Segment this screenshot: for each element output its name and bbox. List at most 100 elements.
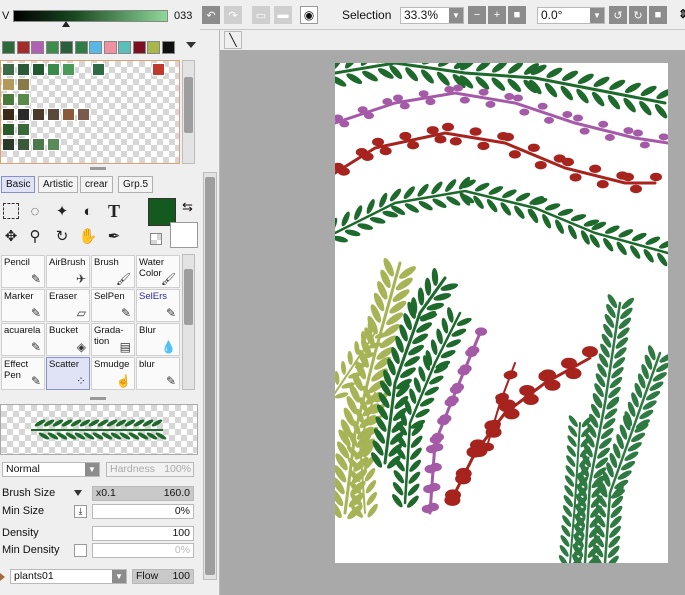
color-swatch[interactable] (17, 138, 30, 151)
brush-smudge[interactable]: Smudge ☝ (91, 357, 135, 390)
brush-blur[interactable]: blur ✎ (136, 357, 180, 390)
palette-menu-chevron-down-icon[interactable] (186, 42, 196, 48)
tab-basic[interactable]: Basic (1, 176, 36, 193)
palette-swatch[interactable] (45, 41, 59, 54)
brush-scrollbar[interactable] (182, 254, 195, 390)
chevron-down-icon[interactable]: ▼ (85, 463, 99, 476)
rotation-select[interactable]: 0.0° ▼ (537, 7, 605, 24)
transparent-color-icon[interactable] (150, 233, 162, 245)
palette-swatch[interactable] (60, 41, 73, 54)
color-swatch[interactable] (2, 63, 15, 76)
color-swatch[interactable] (47, 108, 60, 121)
hand-icon[interactable]: ✋ (77, 225, 99, 247)
chevron-down-icon[interactable]: ▼ (449, 8, 463, 23)
rect-select-icon[interactable] (0, 200, 22, 222)
shape-fill-icon[interactable]: ◐ (77, 200, 99, 222)
texture-select[interactable]: plants01 ▼ (10, 569, 127, 584)
slider-marker-icon[interactable] (62, 21, 70, 27)
palette-swatch[interactable] (103, 41, 117, 54)
palette-swatch[interactable] (2, 41, 15, 54)
color-swatch[interactable] (17, 108, 30, 121)
flip-icon[interactable]: ⇕ (678, 7, 685, 23)
swap-colors-icon[interactable]: ⇆ (182, 199, 193, 215)
brush-airbrush[interactable]: AirBrush ✈ (46, 255, 90, 288)
brush-brush[interactable]: Brush 🖌 (91, 255, 135, 288)
color-swatch[interactable] (47, 63, 60, 76)
tab-artistic[interactable]: Artistic (38, 176, 78, 193)
color-swatch[interactable] (17, 93, 30, 106)
swatch-scrollbar[interactable] (182, 60, 195, 164)
color-swatch[interactable] (32, 108, 45, 121)
text-tool-icon[interactable]: T (103, 200, 125, 222)
palette-swatch[interactable] (147, 41, 160, 54)
eyedropper-icon[interactable]: ✒ (103, 225, 125, 247)
secondary-color-swatch[interactable] (170, 222, 198, 248)
color-swatch[interactable] (77, 108, 90, 121)
tab-grp-5[interactable]: Grp.5 (118, 176, 154, 193)
palette-swatch[interactable] (74, 41, 88, 54)
palette-swatch[interactable] (31, 41, 44, 54)
flow-slider[interactable]: Flow 100 (132, 569, 194, 584)
brush-blur[interactable]: Blur 💧 (136, 323, 180, 356)
magic-wand-icon[interactable]: ✦ (51, 200, 73, 222)
palette-swatch[interactable] (161, 41, 175, 54)
line-tool-icon[interactable]: ╲ (224, 31, 242, 49)
color-swatch[interactable] (17, 123, 30, 136)
color-swatch[interactable] (2, 93, 15, 106)
color-swatch[interactable] (32, 138, 45, 151)
brush-eraser[interactable]: Eraser ▱ (46, 289, 90, 322)
zoom-icon[interactable]: ⚲ (24, 225, 46, 247)
zoom-select[interactable]: 33.3% ▼ (400, 7, 464, 24)
undo-icon[interactable]: ↶ (202, 6, 220, 24)
brush-pencil[interactable]: Pencil ✎ (1, 255, 45, 288)
panel-scrollbar[interactable] (203, 172, 217, 580)
color-swatch[interactable] (62, 108, 75, 121)
min-size-slider[interactable]: 0% (92, 504, 194, 519)
blend-mode-select[interactable]: Normal ▼ (2, 462, 100, 477)
brush-grada-tion[interactable]: Grada-tion ▤ (91, 323, 135, 356)
color-swatch[interactable] (17, 63, 30, 76)
color-swatch[interactable] (62, 63, 75, 76)
brush-acuarela[interactable]: acuarela ✎ (1, 323, 45, 356)
color-value-slider[interactable] (13, 10, 168, 22)
color-swatch[interactable] (17, 78, 30, 91)
color-swatch[interactable] (152, 63, 165, 76)
palette-swatch[interactable] (16, 41, 30, 54)
zoom-reset-icon[interactable]: ■ (508, 6, 526, 24)
brush-marker[interactable]: Marker ✎ (1, 289, 45, 322)
color-swatch[interactable] (2, 108, 15, 121)
deselect-icon[interactable]: ▭ (252, 6, 270, 24)
panel-splitter[interactable] (90, 397, 106, 400)
palette-swatch[interactable] (89, 41, 102, 54)
pressure-density-checkbox[interactable] (74, 544, 87, 557)
brush-scatter[interactable]: Scatter ⁘ (46, 357, 90, 390)
pressure-size-icon[interactable]: ⤓ (74, 505, 87, 518)
invert-selection-icon[interactable]: ▬ (274, 6, 292, 24)
lasso-icon[interactable]: ◌ (24, 200, 46, 222)
brush-selers[interactable]: SelErs ✎ (136, 289, 180, 322)
move-icon[interactable]: ✥ (0, 225, 22, 247)
palette-swatch[interactable] (118, 41, 131, 54)
density-slider[interactable]: 100 (92, 526, 194, 541)
brush-bucket[interactable]: Bucket ◈ (46, 323, 90, 356)
palette-swatch[interactable] (132, 41, 146, 54)
rotate-left-icon[interactable]: ↺ (609, 6, 627, 24)
selection-visibility-eye-icon[interactable]: ◉ (300, 6, 318, 24)
rotate-reset-icon[interactable]: ■ (649, 6, 667, 24)
texture-expand-icon[interactable] (0, 573, 5, 581)
rotate-right-icon[interactable]: ↻ (629, 6, 647, 24)
rotate-view-icon[interactable]: ↻ (51, 225, 73, 247)
color-swatch[interactable] (32, 63, 45, 76)
size-range-chevron-down-icon[interactable] (74, 490, 82, 496)
canvas-area[interactable] (220, 50, 685, 595)
tab-crear[interactable]: crear (80, 176, 113, 193)
chevron-down-icon[interactable]: ▼ (112, 570, 126, 583)
swatch-grid[interactable] (0, 60, 180, 164)
redo-icon[interactable]: ↷ (224, 6, 242, 24)
brush-selpen[interactable]: SelPen ✎ (91, 289, 135, 322)
zoom-out-icon[interactable]: − (468, 6, 486, 24)
color-swatch[interactable] (47, 138, 60, 151)
color-swatch[interactable] (2, 78, 15, 91)
min-density-slider[interactable]: 0% (92, 543, 194, 558)
zoom-in-icon[interactable]: + (488, 6, 506, 24)
